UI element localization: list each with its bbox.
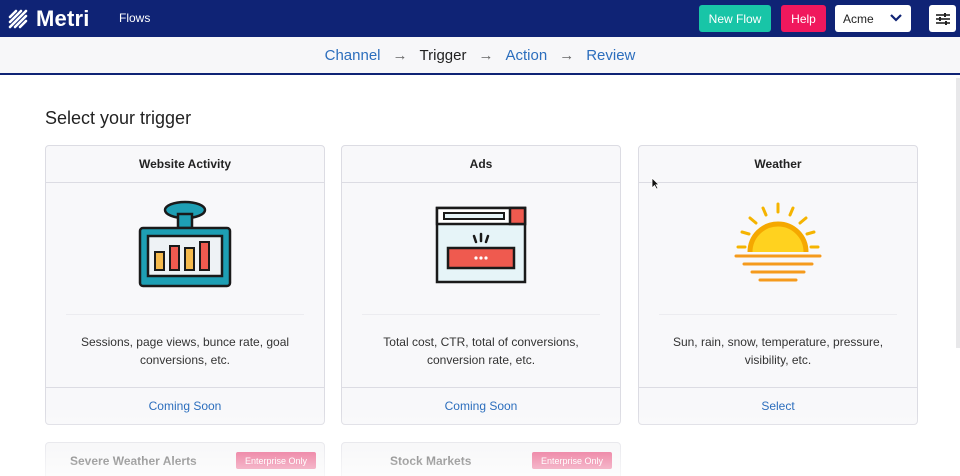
card-action-link[interactable]: Coming Soon — [342, 387, 620, 424]
chevron-down-icon — [890, 14, 902, 22]
card-title: Severe Weather Alerts — [70, 454, 197, 468]
card-description: Sun, rain, snow, temperature, pressure, … — [659, 333, 897, 369]
description-line: Total cost, CTR, total of conversions, — [383, 335, 579, 349]
page-title: Select your trigger — [45, 108, 192, 128]
card-title: Weather — [639, 146, 917, 183]
arrow-right-icon: → — [392, 46, 408, 64]
card-title: Stock Markets — [390, 454, 472, 468]
card-divider — [659, 314, 897, 315]
description-line: visibility, etc. — [744, 353, 812, 367]
brand-logo[interactable]: Metri — [8, 6, 90, 32]
step-trigger[interactable]: Trigger — [420, 47, 467, 64]
card-description: Total cost, CTR, total of conversions, c… — [362, 333, 600, 369]
browser-ad-icon — [435, 206, 527, 284]
trigger-card-website-activity: Website Activity Sessions, page views, b… — [45, 145, 325, 425]
step-review[interactable]: Review — [586, 47, 635, 64]
step-action[interactable]: Action — [505, 47, 547, 64]
card-description: Sessions, page views, bunce rate, goal c… — [66, 333, 304, 369]
description-line: conversion rate, etc. — [426, 353, 536, 367]
scrollbar[interactable] — [956, 78, 960, 348]
logo-icon — [8, 9, 28, 29]
sliders-icon — [935, 12, 950, 25]
workspace-select-value: Acme — [843, 11, 874, 26]
settings-button[interactable] — [929, 5, 956, 32]
mouse-cursor-icon — [651, 177, 660, 190]
sunset-icon — [734, 202, 822, 282]
arrow-right-icon: → — [559, 46, 575, 64]
card-title: Website Activity — [46, 146, 324, 183]
help-button[interactable]: Help — [781, 5, 826, 32]
nav-flows-link[interactable]: Flows — [119, 11, 150, 25]
description-line: Sun, rain, snow, temperature, pressure, — [672, 335, 884, 349]
card-divider — [66, 314, 304, 315]
workspace-select[interactable]: Acme — [835, 5, 911, 32]
top-navbar: Metri Flows New Flow Help Acme — [0, 0, 960, 37]
card-divider — [362, 314, 600, 315]
arrow-right-icon: → — [478, 46, 494, 64]
trigger-card-severe-weather-alerts: Severe Weather Alerts Enterprise Only — [45, 442, 325, 476]
new-flow-button[interactable]: New Flow — [699, 5, 771, 32]
brand-name: Metri — [36, 6, 90, 31]
step-channel[interactable]: Channel — [325, 47, 381, 64]
description-line: Sessions, page views, bunce rate, goal — [80, 335, 290, 349]
card-title: Ads — [342, 146, 620, 183]
trigger-card-weather: Weather Sun, rain, snow, temperature, pr… — [638, 145, 918, 425]
flow-stepper: Channel → Trigger → Action → Review — [0, 37, 960, 75]
card-action-link[interactable]: Coming Soon — [46, 387, 324, 424]
card-action-link[interactable]: Select — [639, 387, 917, 424]
trigger-card-stock-markets: Stock Markets Enterprise Only — [341, 442, 621, 476]
enterprise-badge: Enterprise Only — [532, 452, 612, 469]
description-line: conversions, etc. — [139, 353, 231, 367]
enterprise-badge: Enterprise Only — [236, 452, 316, 469]
trigger-card-ads: Ads Total cost, CTR, total of conversion… — [341, 145, 621, 425]
dashboard-chart-icon — [138, 200, 232, 288]
